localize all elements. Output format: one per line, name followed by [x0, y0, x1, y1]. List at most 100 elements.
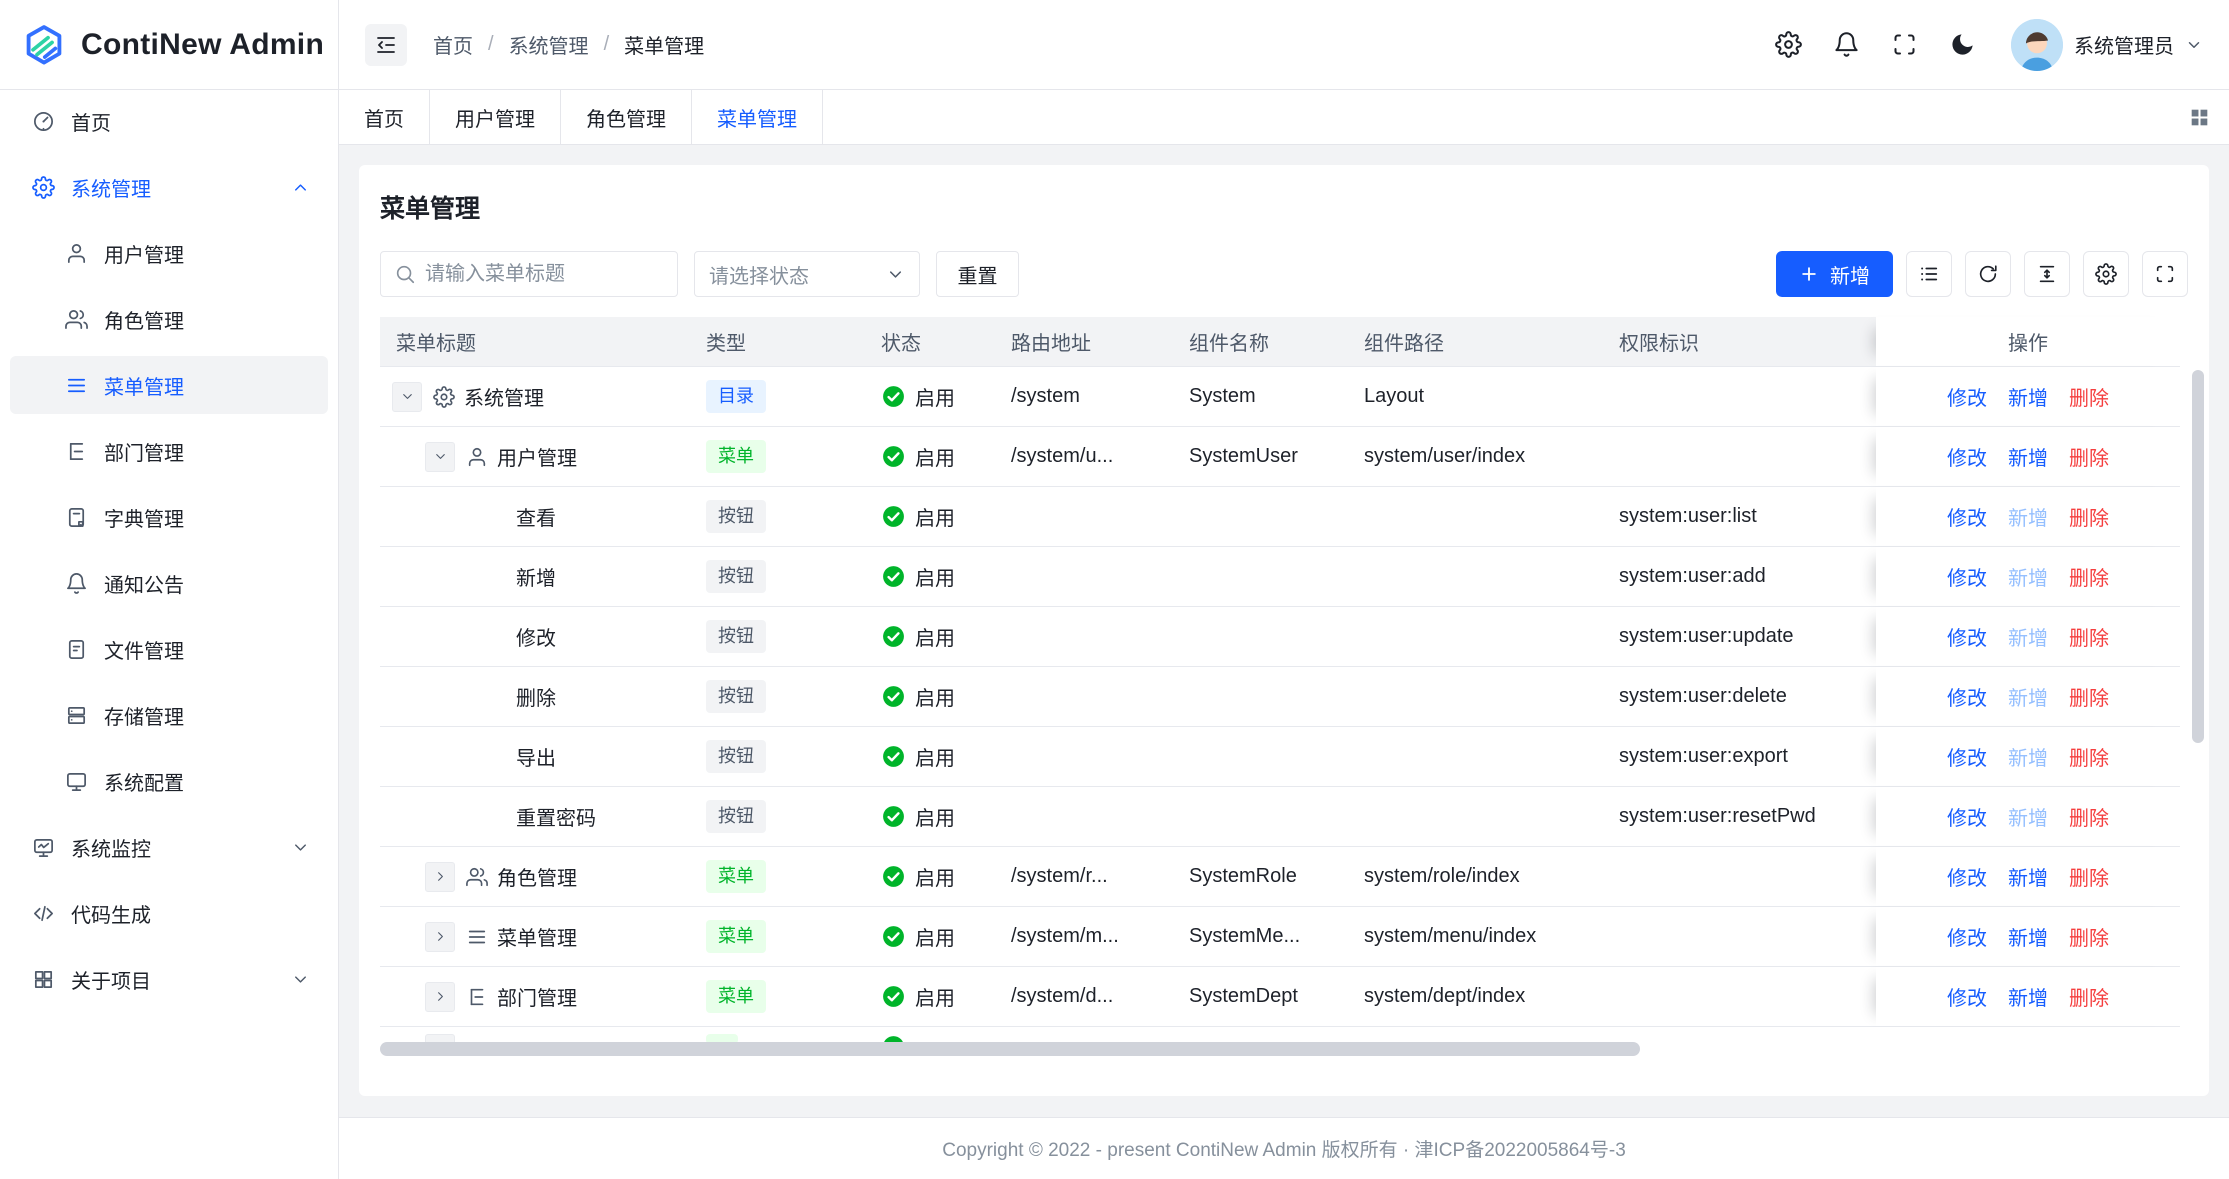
action-delete-link[interactable]: 删除	[2069, 562, 2109, 591]
status-select[interactable]: 请选择状态	[694, 251, 920, 297]
tab-home[interactable]: 首页	[339, 90, 430, 144]
user-menu[interactable]: 系统管理员	[2011, 19, 2203, 71]
row-expander[interactable]	[425, 1034, 455, 1042]
sidebar-item-system-monitor[interactable]: 系统监控	[10, 818, 328, 876]
breadcrumb-item[interactable]: 系统管理	[509, 30, 589, 59]
type-badge: 按钮	[706, 500, 766, 533]
action-add-link[interactable]: 新增	[2008, 922, 2048, 951]
action-modify-link[interactable]: 修改	[1947, 862, 1987, 891]
action-add-link[interactable]: 新增	[2008, 442, 2048, 471]
action-delete-link[interactable]: 删除	[2069, 802, 2109, 831]
action-modify-link[interactable]: 修改	[1947, 562, 1987, 591]
sidebar-item-notice-announcement[interactable]: 通知公告	[10, 554, 328, 612]
menu-title-cell: 部门管理	[380, 967, 690, 1026]
breadcrumb-item[interactable]: 首页	[433, 30, 473, 59]
menu-title-cell: 查看	[380, 487, 690, 546]
action-delete-link[interactable]: 删除	[2069, 382, 2109, 411]
action-delete-link[interactable]: 删除	[2069, 922, 2109, 951]
sidebar-item-department-management[interactable]: 部门管理	[10, 422, 328, 480]
line-height-icon	[2036, 263, 2058, 285]
vertical-scrollbar-thumb[interactable]	[2192, 370, 2204, 743]
sidebar-item-dictionary-management[interactable]: 字典管理	[10, 488, 328, 546]
action-modify-link[interactable]: 修改	[1947, 622, 1987, 651]
search-input[interactable]	[425, 263, 664, 286]
dark-mode-button[interactable]	[1949, 31, 1976, 58]
action-add-link[interactable]: 新增	[2008, 382, 2048, 411]
menu-title: 用户管理	[497, 442, 577, 471]
toolbar-list-button[interactable]	[1906, 251, 1952, 297]
settings-button[interactable]	[1775, 31, 1802, 58]
action-delete-link[interactable]: 删除	[2069, 742, 2109, 771]
actions-cell: 修改新增删除	[1876, 487, 2180, 546]
toolbar-refresh-button[interactable]	[1965, 251, 2011, 297]
action-delete-link[interactable]: 删除	[2069, 982, 2109, 1011]
row-expander[interactable]	[425, 982, 455, 1012]
type-cell: 菜单	[690, 427, 865, 486]
action-modify-link[interactable]: 修改	[1947, 742, 1987, 771]
tab-actions-button[interactable]	[2170, 90, 2229, 144]
action-add-link[interactable]: 新增	[2008, 982, 2048, 1011]
action-add-link[interactable]: 新增	[2008, 862, 2048, 891]
app-logo[interactable]: ContiNew Admin	[0, 0, 338, 90]
action-delete-link[interactable]: 删除	[2069, 442, 2109, 471]
menu-title-cell: 系统管理	[380, 367, 690, 426]
action-modify-link[interactable]: 修改	[1947, 682, 1987, 711]
action-delete-link[interactable]: 删除	[2069, 862, 2109, 891]
route-cell	[995, 787, 1173, 846]
row-expander[interactable]	[425, 922, 455, 952]
add-button[interactable]: 新增	[1776, 251, 1893, 297]
component-name-cell	[1173, 487, 1348, 546]
toolbar-line-height-button[interactable]	[2024, 251, 2070, 297]
sidebar-item-about-project[interactable]: 关于项目	[10, 950, 328, 1008]
row-expander[interactable]	[425, 862, 455, 892]
sidebar-item-menu-management[interactable]: 菜单管理	[10, 356, 328, 414]
type-cell: 按钮	[690, 547, 865, 606]
tab-role-management[interactable]: 角色管理	[561, 90, 692, 144]
table-toolbar: 新增	[1776, 251, 2188, 297]
sidebar-item-label: 系统配置	[104, 767, 314, 796]
permission-cell	[1603, 1027, 1876, 1042]
check-circle-icon	[881, 924, 906, 949]
status-label: 启用	[915, 862, 955, 891]
sidebar-item-code-generation[interactable]: 代码生成	[10, 884, 328, 942]
component-name-cell	[1173, 787, 1348, 846]
sidebar-item-system-config[interactable]: 系统配置	[10, 752, 328, 810]
sidebar-item-system-management[interactable]: 系统管理	[10, 158, 328, 216]
column-header: 操作	[1876, 317, 2180, 366]
table-row: 导出按钮启用system:user:export修改新增删除	[380, 727, 2180, 787]
tab-user-management[interactable]: 用户管理	[430, 90, 561, 144]
action-modify-link[interactable]: 修改	[1947, 382, 1987, 411]
sidebar-collapse-button[interactable]	[365, 24, 407, 66]
toolbar-settings-button[interactable]	[2083, 251, 2129, 297]
plus-icon	[1799, 264, 1819, 284]
settings-icon	[433, 386, 455, 408]
sidebar-item-storage-management[interactable]: 存储管理	[10, 686, 328, 744]
tab-menu-management[interactable]: 菜单管理	[692, 90, 823, 144]
reset-button[interactable]: 重置	[936, 251, 1019, 297]
action-delete-link[interactable]: 删除	[2069, 622, 2109, 651]
permission-cell	[1603, 967, 1876, 1026]
fullscreen-button[interactable]	[1891, 31, 1918, 58]
notifications-button[interactable]	[1833, 31, 1860, 58]
status-cell: 启用	[865, 607, 995, 666]
action-modify-link[interactable]: 修改	[1947, 442, 1987, 471]
action-delete-link[interactable]: 删除	[2069, 502, 2109, 531]
sidebar-item-home[interactable]: 首页	[10, 92, 328, 150]
status-cell: 启用	[865, 967, 995, 1026]
sidebar-item-file-management[interactable]: 文件管理	[10, 620, 328, 678]
action-modify-link[interactable]: 修改	[1947, 922, 1987, 951]
action-delete-link[interactable]: 删除	[2069, 682, 2109, 711]
monitor-icon	[65, 770, 88, 793]
sidebar-item-user-management[interactable]: 用户管理	[10, 224, 328, 282]
action-modify-link[interactable]: 修改	[1947, 502, 1987, 531]
action-modify-link[interactable]: 修改	[1947, 802, 1987, 831]
avatar	[2011, 19, 2063, 71]
action-modify-link[interactable]: 修改	[1947, 982, 1987, 1011]
horizontal-scrollbar-thumb[interactable]	[380, 1042, 1640, 1056]
row-expander[interactable]	[392, 382, 422, 412]
chevron-right-icon	[433, 869, 448, 884]
sidebar-item-role-management[interactable]: 角色管理	[10, 290, 328, 348]
toolbar-fullscreen-button[interactable]	[2142, 251, 2188, 297]
topbar: 首页/系统管理/菜单管理 系统管理员	[339, 0, 2229, 90]
row-expander[interactable]	[425, 442, 455, 472]
